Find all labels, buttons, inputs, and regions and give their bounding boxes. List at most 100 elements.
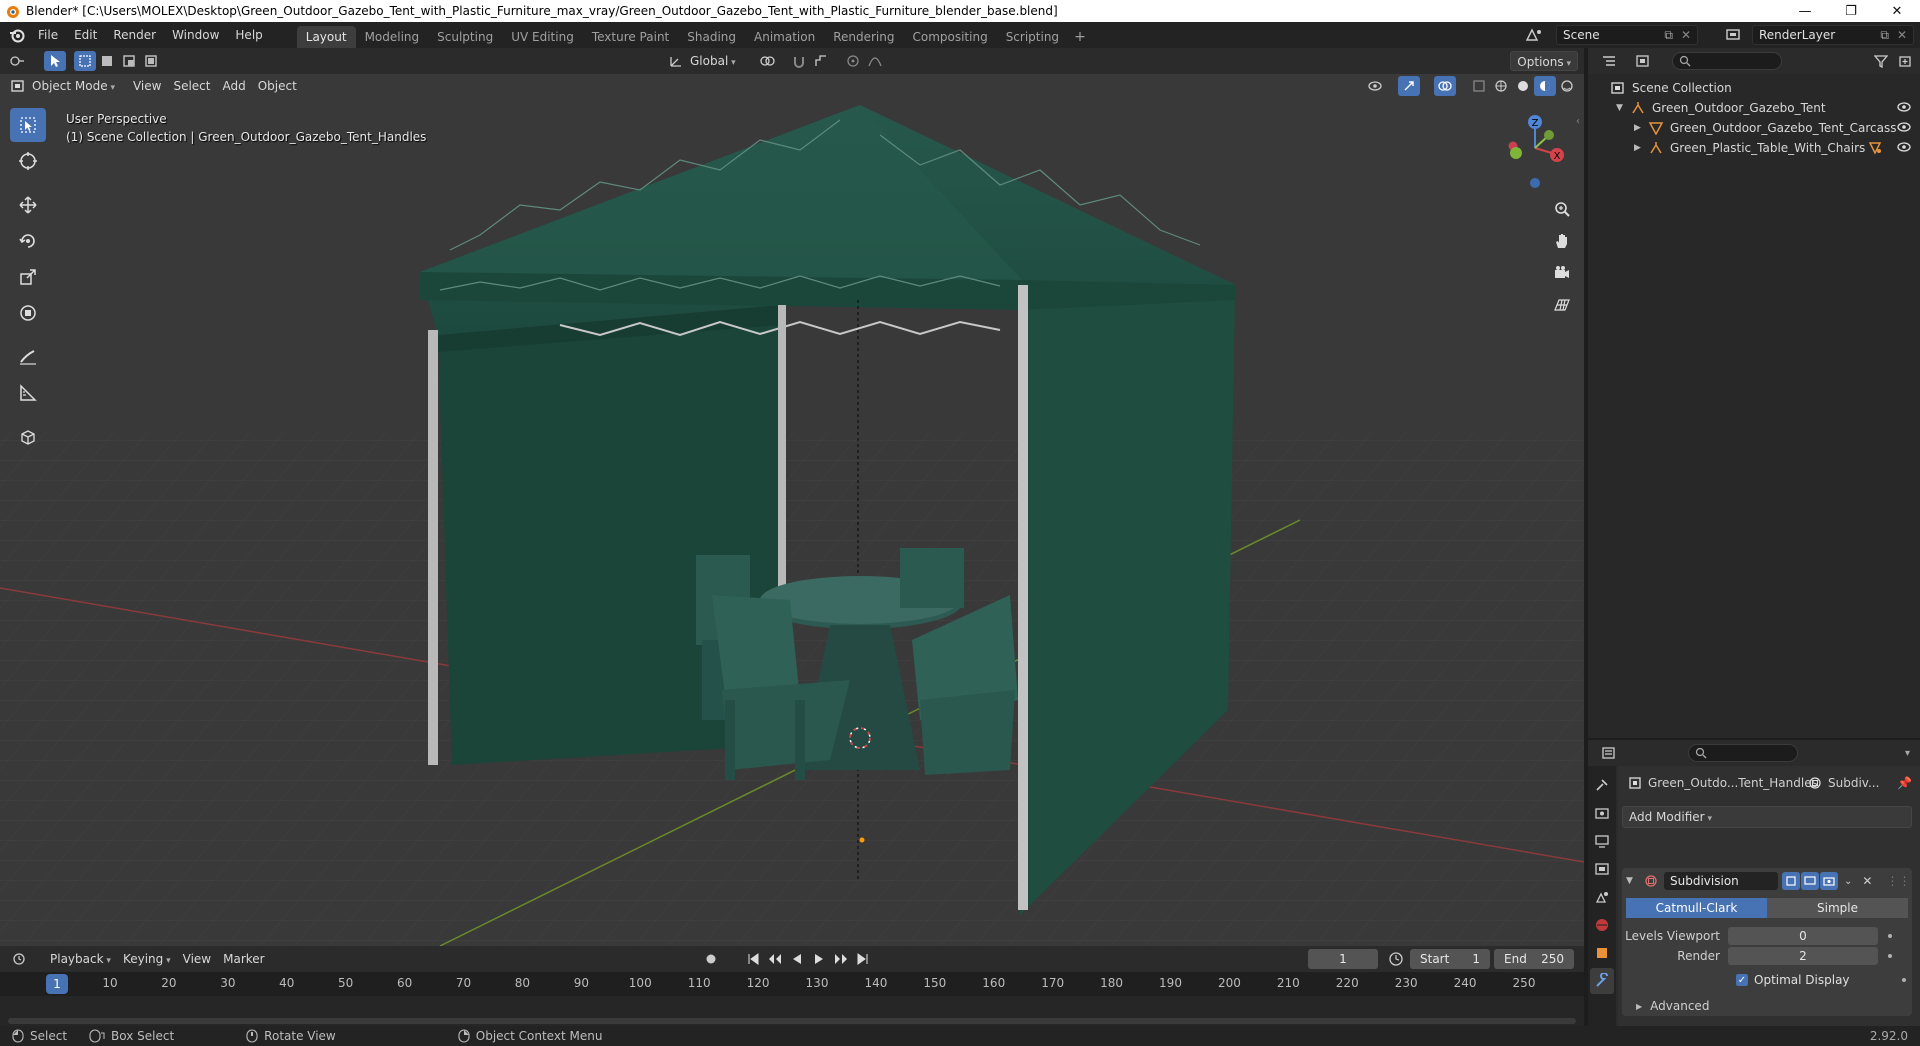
remove-view-layer-icon[interactable]: ✕ <box>1897 28 1907 42</box>
properties-editor-type-icon[interactable] <box>1598 743 1620 763</box>
maximize-button[interactable]: ❐ <box>1828 0 1874 22</box>
expand-right-icon[interactable]: ▶ <box>1634 143 1648 153</box>
material-preview-shading-icon[interactable] <box>1534 76 1556 96</box>
timeline-menu-view[interactable]: View <box>177 949 217 969</box>
modifier-name-field[interactable]: Subdivision <box>1664 872 1778 890</box>
select-invert-icon[interactable] <box>140 51 162 71</box>
select-new-icon[interactable] <box>74 51 96 71</box>
preview-range-icon[interactable] <box>1388 951 1404 970</box>
render-toggle-icon[interactable] <box>1820 872 1838 890</box>
menu-view[interactable]: View <box>127 76 167 96</box>
timeline-ruler[interactable]: 1 10 20 30 40 50 60 70 80 90 100 110 120 130 140 150 160… <box>0 972 1584 1026</box>
object-mode-dropdown[interactable]: Object Mode <box>26 76 121 96</box>
expand-down-icon[interactable]: ▼ <box>1616 103 1630 113</box>
select-box-tool-icon[interactable] <box>10 108 46 142</box>
outliner-row-scene-collection[interactable]: Scene Collection <box>1588 78 1920 98</box>
viewport-scene[interactable] <box>0 48 1584 946</box>
jump-end-icon[interactable] <box>852 949 874 969</box>
visibility-icon[interactable] <box>1364 76 1386 96</box>
select-subtract-icon[interactable] <box>118 51 140 71</box>
keyframe-dot-icon[interactable] <box>1888 934 1892 938</box>
menu-edit[interactable]: Edit <box>66 24 105 46</box>
start-frame-field[interactable]: Start 1 <box>1410 949 1490 969</box>
jump-start-icon[interactable] <box>742 949 764 969</box>
visibility-eye-icon[interactable] <box>1896 101 1912 113</box>
world-tab-icon[interactable] <box>1590 912 1614 938</box>
zoom-icon[interactable] <box>1548 194 1576 224</box>
gizmo-toggle-icon[interactable] <box>1398 76 1420 96</box>
editor-type-icon[interactable] <box>6 51 28 71</box>
tab-compositing[interactable]: Compositing <box>903 26 996 48</box>
scene-tab-icon[interactable] <box>1590 884 1614 910</box>
tab-layout[interactable]: Layout <box>296 26 356 48</box>
new-collection-icon[interactable] <box>1894 51 1916 71</box>
outliner-row-table-with-chairs[interactable]: ▶ Green_Plastic_Table_With_Chairs <box>1588 138 1920 158</box>
current-frame-marker[interactable]: 1 <box>46 974 68 994</box>
tab-texture-paint[interactable]: Texture Paint <box>583 26 678 48</box>
timeline-menu-keying[interactable]: Keying <box>117 949 177 969</box>
object-mode-selector[interactable]: Object Mode <box>10 76 121 96</box>
copy-view-layer-icon[interactable]: ⧉ <box>1880 28 1889 43</box>
tab-shading[interactable]: Shading <box>678 26 745 48</box>
menu-file[interactable]: File <box>30 24 66 46</box>
scene-selector[interactable]: Scene ⧉ ✕ <box>1556 25 1698 45</box>
options-dropdown[interactable]: Options <box>1510 51 1578 71</box>
modifier-tab-icon[interactable] <box>1590 968 1614 994</box>
cursor-tool-icon[interactable] <box>10 144 46 178</box>
view-layer-tab-icon[interactable] <box>1590 856 1614 882</box>
pan-hand-icon[interactable] <box>1548 226 1576 256</box>
expand-advanced-icon[interactable]: ▶ <box>1636 1002 1642 1011</box>
tool-tab-icon[interactable] <box>1590 772 1614 798</box>
display-mode-icon[interactable] <box>1632 51 1654 71</box>
rotate-tool-icon[interactable] <box>10 224 46 258</box>
timeline-menu-marker[interactable]: Marker <box>217 949 270 969</box>
levels-viewport-field[interactable]: 0 <box>1728 927 1878 945</box>
simple-option[interactable]: Simple <box>1767 898 1908 918</box>
add-workspace-button[interactable]: + <box>1068 26 1092 48</box>
blender-logo-icon[interactable] <box>4 22 30 48</box>
drag-handle-icon[interactable]: ⋮⋮ <box>1886 874 1910 888</box>
tab-uv-editing[interactable]: UV Editing <box>502 26 583 48</box>
orientation-dropdown[interactable]: Global <box>684 51 742 71</box>
camera-view-icon[interactable] <box>1548 258 1576 288</box>
pivot-point-icon[interactable] <box>756 51 778 71</box>
snap-icon[interactable] <box>788 51 810 71</box>
properties-options-icon[interactable]: ▾ <box>1905 748 1910 759</box>
menu-add[interactable]: Add <box>217 76 252 96</box>
end-frame-field[interactable]: End 250 <box>1494 949 1574 969</box>
outliner-row-gazebo-tent[interactable]: ▼ Green_Outdoor_Gazebo_Tent <box>1588 98 1920 118</box>
snap-target-icon[interactable] <box>810 51 832 71</box>
tab-animation[interactable]: Animation <box>745 26 824 48</box>
object-tab-icon[interactable] <box>1590 940 1614 966</box>
catmull-clark-option[interactable]: Catmull-Clark <box>1626 898 1767 918</box>
overlays-toggle-icon[interactable] <box>1434 76 1456 96</box>
play-icon[interactable] <box>808 949 830 969</box>
record-keyframe-icon[interactable] <box>700 949 722 969</box>
menu-window[interactable]: Window <box>164 24 227 46</box>
add-cube-tool-icon[interactable] <box>10 420 46 454</box>
collapse-modifier-icon[interactable]: ▼ <box>1626 876 1638 886</box>
scene-icon[interactable] <box>1524 26 1544 47</box>
output-tab-icon[interactable] <box>1590 828 1614 854</box>
outliner-search-field[interactable] <box>1672 52 1782 70</box>
timeline-editor[interactable]: Playback Keying View Marker 1 Start 1 En… <box>0 946 1584 1026</box>
copy-scene-icon[interactable]: ⧉ <box>1664 28 1673 43</box>
render-tab-icon[interactable] <box>1590 800 1614 826</box>
modifier-menu-icon[interactable]: ⌄ <box>1844 876 1852 887</box>
ortho-toggle-icon[interactable] <box>1548 290 1576 320</box>
pin-icon[interactable]: 📌 <box>1897 776 1912 790</box>
select-tool-mode-icon[interactable] <box>44 51 66 71</box>
measure-tool-icon[interactable] <box>10 376 46 410</box>
transform-orientation[interactable]: Global <box>668 51 742 71</box>
rendered-shading-icon[interactable] <box>1556 76 1578 96</box>
filter-icon[interactable] <box>1870 51 1892 71</box>
3d-viewport[interactable]: Global Options Object Mode View Select A… <box>0 48 1584 946</box>
falloff-icon[interactable] <box>864 51 886 71</box>
timeline-track-area[interactable] <box>0 996 1584 1026</box>
minimize-button[interactable]: — <box>1782 0 1828 22</box>
menu-select[interactable]: Select <box>167 76 216 96</box>
sidebar-toggle-icon[interactable]: ‹ <box>1576 116 1580 127</box>
wireframe-shading-icon[interactable] <box>1490 76 1512 96</box>
navigation-gizmo[interactable]: Z X <box>1500 108 1570 188</box>
outliner-editor-type-icon[interactable] <box>1598 51 1620 71</box>
